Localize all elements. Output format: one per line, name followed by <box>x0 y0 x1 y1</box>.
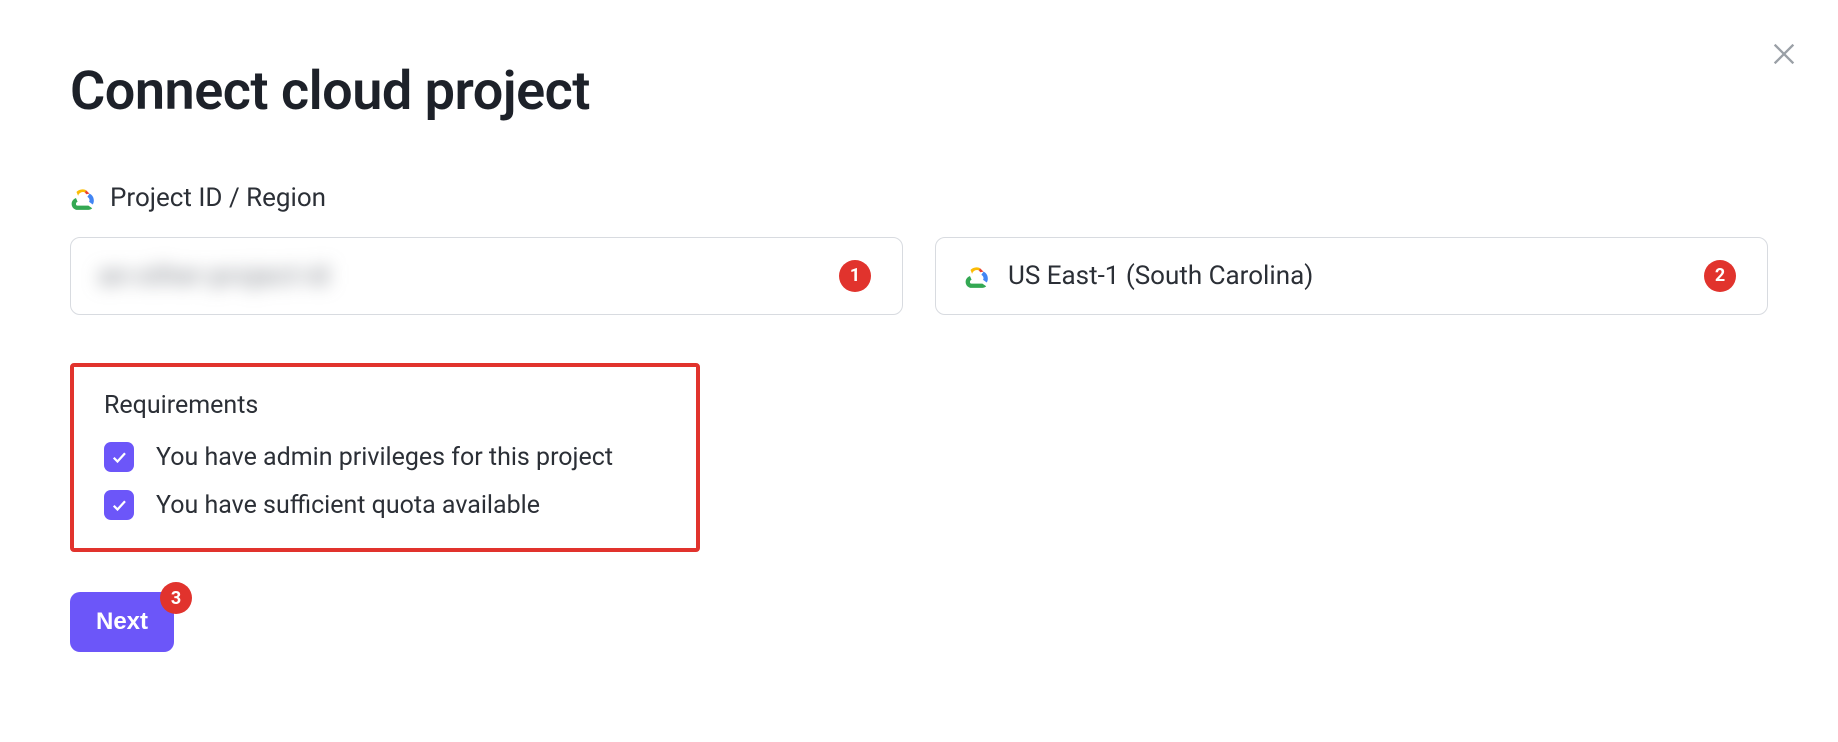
region-value: US East-1 (South Carolina) <box>1008 261 1313 291</box>
requirements-title: Requirements <box>104 391 666 420</box>
requirements-box: Requirements You have admin privileges f… <box>70 363 700 552</box>
google-cloud-icon <box>70 185 96 211</box>
dialog-body: Connect cloud project Project ID / Regio… <box>0 0 1838 652</box>
page-title: Connect cloud project <box>70 60 1768 123</box>
section-label-row: Project ID / Region <box>70 183 1768 213</box>
annotation-badge-3: 3 <box>160 582 192 614</box>
requirement-checkbox[interactable] <box>104 490 134 520</box>
fields-row: an-other-project-id 1 US East-1 (South C… <box>70 237 1768 315</box>
next-button[interactable]: Next <box>70 592 174 652</box>
project-id-value: an-other-project-id <box>99 261 329 291</box>
close-icon <box>1770 40 1798 68</box>
google-cloud-icon <box>964 263 990 289</box>
requirement-item: You have admin privileges for this proje… <box>104 442 666 472</box>
annotation-badge-1: 1 <box>839 260 871 292</box>
check-icon <box>110 448 128 466</box>
check-icon <box>110 496 128 514</box>
requirement-checkbox[interactable] <box>104 442 134 472</box>
section-label: Project ID / Region <box>110 183 326 213</box>
next-button-wrap: Next 3 <box>70 592 174 652</box>
requirement-item: You have sufficient quota available <box>104 490 666 520</box>
annotation-badge-2: 2 <box>1704 260 1736 292</box>
requirement-label: You have sufficient quota available <box>156 491 540 520</box>
requirement-label: You have admin privileges for this proje… <box>156 443 613 472</box>
region-field[interactable]: US East-1 (South Carolina) 2 <box>935 237 1768 315</box>
close-button[interactable] <box>1770 40 1798 72</box>
project-id-field[interactable]: an-other-project-id 1 <box>70 237 903 315</box>
